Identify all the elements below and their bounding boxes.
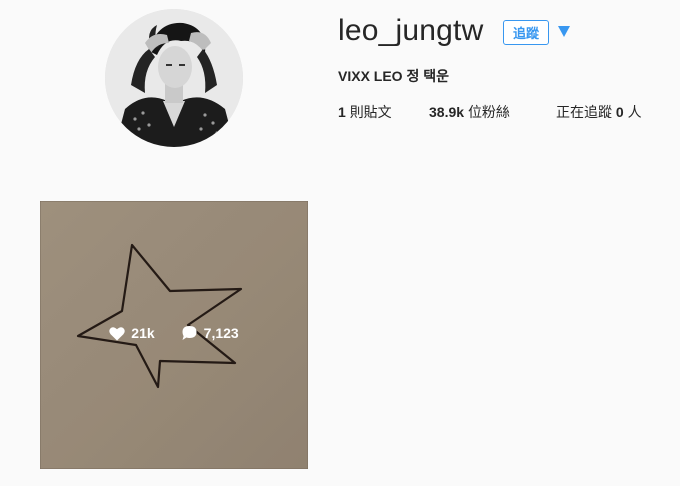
post-likes: 21k	[109, 325, 155, 341]
follow-button[interactable]: 追蹤	[503, 20, 549, 45]
speech-bubble-icon	[182, 326, 197, 340]
post-likes-count: 21k	[131, 325, 155, 341]
heart-icon	[109, 326, 126, 340]
posts-count: 1	[338, 104, 346, 120]
posts-count-stat: 1 則貼文	[338, 102, 392, 122]
posts-label: 則貼文	[349, 104, 392, 120]
profile-full-name: VIXX LEO 정 택운	[338, 68, 449, 84]
following-suffix: 人	[627, 104, 642, 120]
profile-avatar[interactable]	[105, 9, 243, 147]
followers-label: 位粉絲	[467, 104, 510, 120]
post-comments: 7,123	[181, 325, 239, 341]
post-thumbnail[interactable]: 21k 7,123	[40, 201, 308, 469]
post-stats: 21k 7,123	[40, 325, 308, 341]
followers-count: 38.9k	[429, 104, 465, 120]
following-count: 0	[615, 104, 624, 120]
profile-username: leo_jungtw	[338, 14, 484, 47]
following-prefix: 正在追蹤	[556, 104, 612, 120]
following-stat[interactable]: 正在追蹤 0 人	[556, 102, 642, 122]
post-comments-count: 7,123	[203, 325, 239, 341]
dropdown-arrow-icon[interactable]	[558, 26, 570, 37]
followers-stat[interactable]: 38.9k 位粉絲	[429, 102, 510, 122]
